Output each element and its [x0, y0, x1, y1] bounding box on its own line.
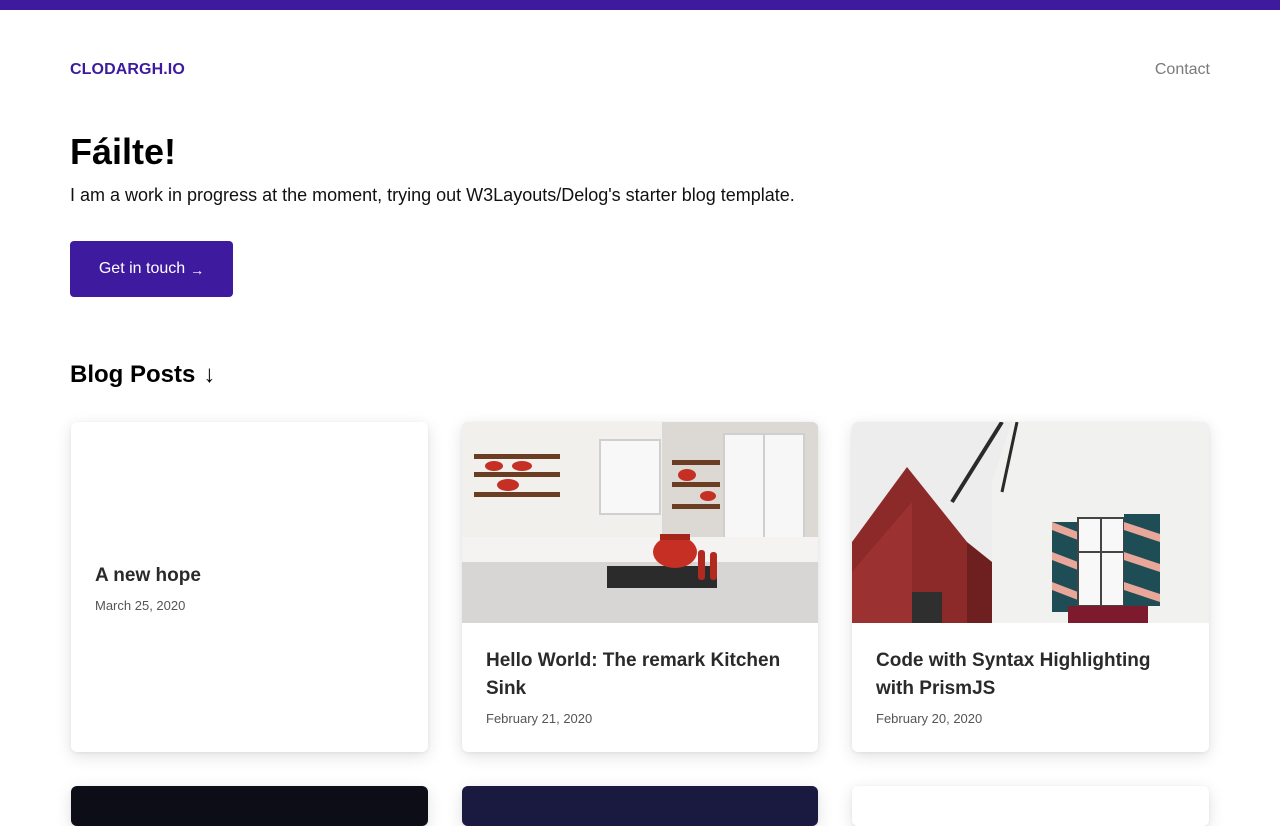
card-title[interactable]: A new hope	[95, 562, 404, 590]
blog-card-a-new-hope[interactable]: A new hope March 25, 2020	[71, 422, 428, 752]
house-thumbnail-image	[852, 422, 1209, 623]
blog-card-partial[interactable]	[462, 786, 818, 826]
get-in-touch-button[interactable]: Get in touch →	[70, 241, 233, 297]
site-header: CLODARGH.IO Contact	[70, 58, 1210, 84]
blog-card-hello-world[interactable]: Hello World: The remark Kitchen Sink Feb…	[462, 422, 818, 752]
top-accent-bar	[0, 0, 1280, 10]
blog-card-partial[interactable]	[71, 786, 428, 826]
site-logo-link[interactable]: CLODARGH.IO	[70, 61, 185, 79]
get-in-touch-label: Get in touch	[98, 260, 186, 277]
card-title[interactable]: Code with Syntax Highlighting with Prism…	[876, 647, 1185, 703]
hero-title: Fáilte!	[70, 131, 177, 172]
arrow-down-icon: ↓	[203, 361, 216, 388]
card-body: Code with Syntax Highlighting with Prism…	[876, 647, 1185, 726]
arrow-right-icon: →	[190, 262, 205, 278]
card-date: February 21, 2020	[486, 711, 593, 726]
card-date: March 25, 2020	[95, 598, 186, 613]
nav-contact-link[interactable]: Contact	[1155, 61, 1210, 79]
card-body: Hello World: The remark Kitchen Sink Feb…	[486, 647, 794, 726]
card-date: February 20, 2020	[876, 711, 983, 726]
card-title[interactable]: Hello World: The remark Kitchen Sink	[486, 647, 794, 703]
blog-card-partial[interactable]	[852, 786, 1209, 826]
blog-posts-heading-label: Blog Posts	[70, 361, 196, 388]
kitchen-thumbnail-image	[462, 422, 818, 623]
blog-posts-heading: Blog Posts ↓	[70, 360, 215, 390]
card-body: A new hope March 25, 2020	[95, 562, 404, 613]
hero-subtitle: I am a work in progress at the moment, t…	[70, 185, 795, 205]
blog-card-prismjs[interactable]: Code with Syntax Highlighting with Prism…	[852, 422, 1209, 752]
